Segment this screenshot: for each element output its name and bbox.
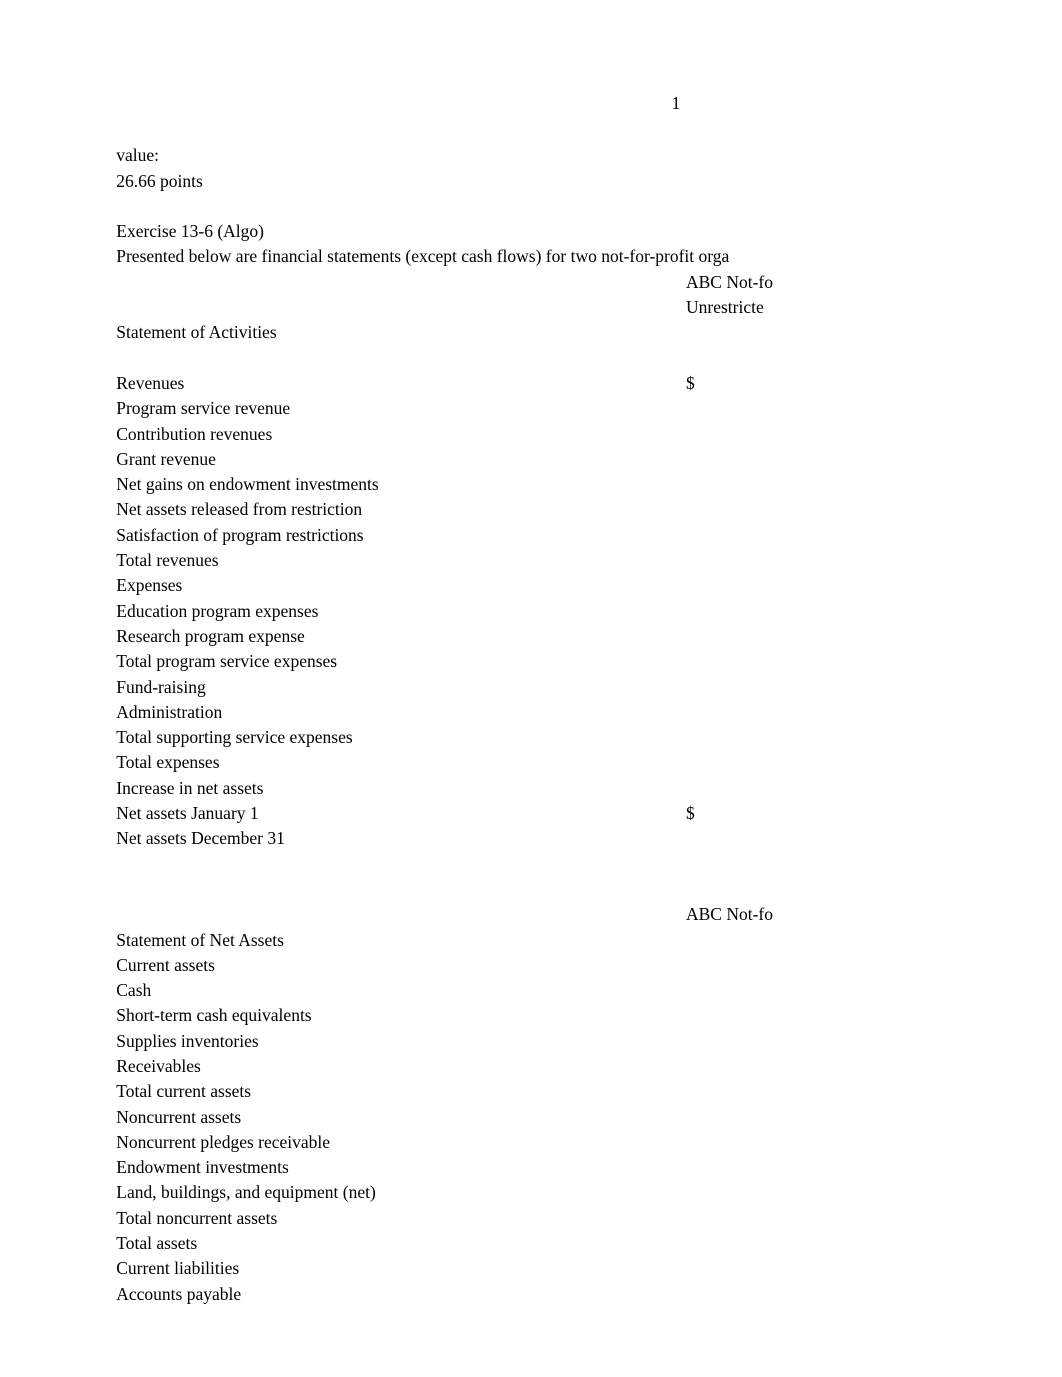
row-amount: $: [686, 803, 695, 824]
document-body: value: 26.66 points Exercise 13-6 (Algo)…: [90, 118, 1022, 1304]
table-row: Total supporting service expenses: [90, 700, 1022, 747]
table-row: Net gains on endowment investments: [90, 447, 1022, 494]
table-row: Fund-raising: [90, 649, 1022, 697]
statement-of-activities-title: Statement of Activities: [116, 322, 277, 343]
table-row: Endowment investments: [90, 1130, 1022, 1177]
table-row: Research program expense: [90, 599, 1022, 646]
table-row: Administration: [90, 675, 1022, 722]
exercise-title-line: Exercise 13-6 (Algo): [90, 194, 1022, 241]
points-line: 26.66 points: [90, 143, 1022, 191]
table-row: Total noncurrent assets: [90, 1180, 1022, 1228]
activities-title-line: Statement of Activities Unrestricte: [90, 295, 1022, 342]
table-row: Total current assets: [90, 1054, 1022, 1101]
row-label: Accounts payable: [116, 1283, 242, 1304]
table-row: Accounts payable: [90, 1256, 1022, 1304]
table-row: Net assets released from restriction: [90, 472, 1022, 519]
table-row: Net assets January 1: [90, 776, 1022, 823]
value-label-line: value:: [90, 118, 1022, 165]
table-row: Current assets: [90, 928, 1022, 975]
spacer-after-points: [90, 169, 1022, 194]
page-number: 1: [671, 93, 681, 113]
row-label: Net assets December 31: [116, 828, 285, 849]
table-row: Receivables: [90, 1029, 1022, 1076]
table-row: Total expenses: [90, 725, 1022, 772]
document-page: 1 value: 26.66 points Exercise 13-6 (Alg…: [0, 0, 1062, 1377]
table-row: Contribution revenues: [90, 396, 1022, 444]
table-row: Total revenues: [90, 523, 1022, 570]
table-row: Total program service expenses: [90, 624, 1022, 671]
exercise-description: Presented below are financial statements…: [116, 246, 730, 267]
activities-org-header-line: ABC Not-fo: [90, 270, 1022, 295]
table-row: Education program expenses: [90, 573, 1022, 621]
table-row: Supplies inventories: [90, 1003, 1022, 1051]
table-row: Grant revenue: [90, 422, 1022, 469]
table-row: Cash: [90, 953, 1022, 1000]
table-row: Revenues: [90, 346, 1022, 393]
exercise-description-line: Presented below are financial statements…: [90, 219, 1022, 266]
activities-org-header: ABC Not-fo: [686, 271, 774, 292]
table-row: Total assets: [90, 1206, 1022, 1253]
table-row: Net assets December 31 $: [90, 801, 1022, 848]
table-row: Current liabilities: [90, 1231, 1022, 1278]
points-value: 26.66 points: [116, 170, 203, 191]
activities-column-header: Unrestricte: [686, 297, 764, 318]
table-row: Program service revenue $: [90, 371, 1022, 418]
net-assets-org-header: ABC Not-fo: [686, 904, 774, 925]
row-amount: $: [686, 372, 695, 393]
table-row: Land, buildings, and equipment (net): [90, 1155, 1022, 1202]
table-row: Noncurrent assets: [90, 1079, 1022, 1127]
table-row: Noncurrent pledges receivable: [90, 1105, 1022, 1152]
table-row: Increase in net assets: [90, 750, 1022, 798]
table-row: Satisfaction of program restrictions: [90, 497, 1022, 545]
table-row: Expenses: [90, 548, 1022, 595]
table-row: Short-term cash equivalents: [90, 978, 1022, 1025]
net-assets-title-line: Statement of Net Assets ABC Not-fo: [90, 902, 1022, 949]
